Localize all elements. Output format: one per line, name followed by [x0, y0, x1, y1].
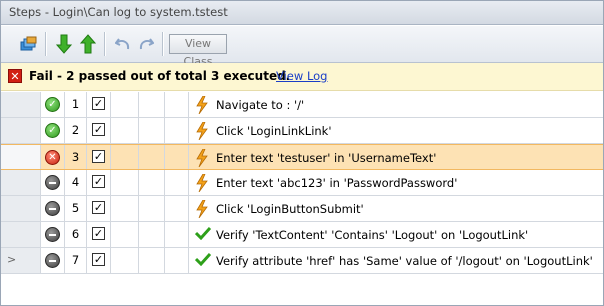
step-number: 7	[65, 248, 87, 273]
steps-window: Steps - Login\Can log to system.tstest V…	[0, 0, 604, 306]
lightning-icon	[195, 199, 209, 221]
step-enabled-checkbox[interactable]: ✓	[92, 227, 105, 240]
step-description: Enter text 'abc123' in 'PasswordPassword…	[216, 176, 458, 190]
fail-icon: ✕	[8, 69, 22, 83]
not-run-status-icon	[45, 253, 60, 268]
step-number: 1	[65, 92, 87, 117]
checkmark-icon	[194, 252, 212, 269]
row-handle[interactable]	[1, 92, 41, 117]
stack-icon[interactable]	[18, 33, 40, 55]
step-number: 3	[65, 145, 87, 169]
step-description: Verify 'TextContent' 'Contains' 'Logout'…	[216, 228, 529, 242]
step-row[interactable]: >7 ✓ Verify attribute 'href' has 'Same' va…	[1, 248, 603, 274]
checkmark-icon	[194, 226, 212, 243]
lightning-icon	[195, 148, 209, 170]
lightning-icon	[195, 95, 209, 117]
lightning-icon	[195, 121, 209, 143]
steps-grid: ✓ 1 ✓ Navigate to : '/' ✓ 2 ✓ Click 'LoginLinkL…	[1, 92, 603, 274]
not-run-status-icon	[45, 201, 60, 216]
row-handle[interactable]	[1, 145, 41, 169]
redo-icon[interactable]	[135, 33, 157, 55]
step-description: Enter text 'testuser' in 'UsernameText'	[216, 151, 437, 165]
step-number: 2	[65, 118, 87, 143]
step-enabled-checkbox[interactable]: ✓	[92, 150, 105, 163]
step-description: Navigate to : '/'	[216, 98, 305, 112]
row-handle[interactable]	[1, 118, 41, 143]
status-banner: ✕ Fail - 2 passed out of total 3 execute…	[1, 63, 603, 91]
row-handle[interactable]: >	[1, 248, 41, 273]
step-row[interactable]: 4 ✓ Enter text 'abc123' in 'PasswordPasswo…	[1, 170, 603, 196]
window-title: Steps - Login\Can log to system.tstest	[1, 1, 603, 25]
toolbar: View Class	[1, 26, 603, 68]
pass-status-icon: ✓	[45, 97, 60, 112]
step-description: Click 'LoginButtonSubmit'	[216, 202, 364, 216]
view-log-link[interactable]: View Log	[276, 69, 328, 83]
undo-icon[interactable]	[112, 33, 134, 55]
row-handle[interactable]	[1, 170, 41, 195]
move-up-icon[interactable]	[77, 33, 99, 55]
step-enabled-checkbox[interactable]: ✓	[92, 123, 105, 136]
status-text: Fail - 2 passed out of total 3 executed.	[29, 69, 291, 83]
row-handle[interactable]	[1, 196, 41, 221]
row-handle[interactable]	[1, 222, 41, 247]
step-row[interactable]: ✓ 1 ✓ Navigate to : '/'	[1, 92, 603, 118]
step-number: 5	[65, 196, 87, 221]
view-class-button[interactable]: View Class	[169, 34, 227, 68]
step-enabled-checkbox[interactable]: ✓	[92, 201, 105, 214]
step-row[interactable]: ✓ 2 ✓ Click 'LoginLinkLink'	[1, 118, 603, 144]
move-down-icon[interactable]	[53, 33, 75, 55]
step-description: Verify attribute 'href' has 'Same' value…	[216, 254, 593, 268]
fail-status-icon: ✕	[45, 150, 60, 165]
pass-status-icon: ✓	[45, 123, 60, 138]
step-enabled-checkbox[interactable]: ✓	[92, 97, 105, 110]
step-row[interactable]: ✕ 3 ✓ Enter text 'testuser' in 'UsernameTex…	[1, 144, 603, 170]
not-run-status-icon	[45, 175, 60, 190]
step-enabled-checkbox[interactable]: ✓	[92, 175, 105, 188]
not-run-status-icon	[45, 227, 60, 242]
step-description: Click 'LoginLinkLink'	[216, 124, 332, 138]
step-number: 6	[65, 222, 87, 247]
lightning-icon	[195, 173, 209, 195]
step-row[interactable]: 6 ✓ Verify 'TextContent' 'Contains' 'Logou…	[1, 222, 603, 248]
current-row-arrow-icon: >	[7, 253, 17, 266]
step-row[interactable]: 5 ✓ Click 'LoginButtonSubmit'	[1, 196, 603, 222]
step-number: 4	[65, 170, 87, 195]
step-enabled-checkbox[interactable]: ✓	[92, 253, 105, 266]
